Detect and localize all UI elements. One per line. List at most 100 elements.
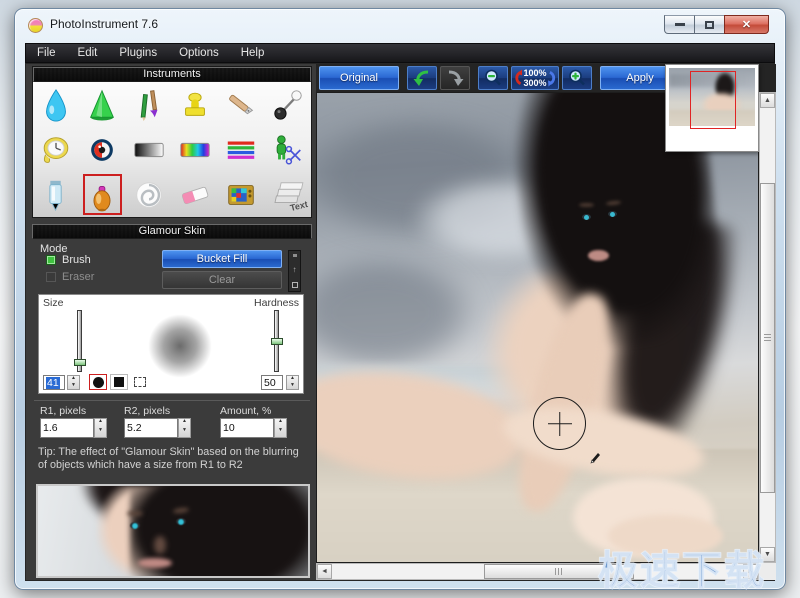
spinner-down-icon[interactable]: ▼ xyxy=(179,428,190,437)
spinner-down-icon[interactable]: ▼ xyxy=(275,428,286,437)
r2-input[interactable]: 5.2 xyxy=(124,418,178,438)
redo-icon xyxy=(445,69,465,87)
vertical-scrollbar[interactable]: ▲ ▼ xyxy=(759,92,776,563)
size-slider-thumb[interactable] xyxy=(74,359,86,366)
tool-mosaic-tv[interactable] xyxy=(218,172,264,217)
zoom-out-icon xyxy=(483,68,503,88)
r1-spinner[interactable]: ▲▼ xyxy=(94,418,107,438)
eraser-mode-checkbox[interactable]: Eraser xyxy=(46,271,94,283)
r1-input[interactable]: 1.6 xyxy=(40,418,94,438)
amount-spinner[interactable]: ▲▼ xyxy=(274,418,287,438)
r2-field[interactable]: 5.2 ▲▼ xyxy=(124,418,191,438)
titlebar[interactable]: PhotoInstrument 7.6 ✕ xyxy=(15,9,785,39)
r1-field[interactable]: 1.6 ▲▼ xyxy=(40,418,107,438)
round-brush-button[interactable] xyxy=(89,374,107,390)
square-brush-button[interactable] xyxy=(110,374,128,390)
size-spinner[interactable]: ▲▼ xyxy=(67,375,80,390)
navigator-viewport[interactable] xyxy=(690,71,736,129)
brush-mode-checkbox[interactable]: Brush xyxy=(46,254,91,266)
panel-mini-toolbar[interactable]: ↑ xyxy=(288,250,301,292)
preview-nose-shadow xyxy=(154,536,166,554)
tool-cone[interactable] xyxy=(79,82,125,127)
tool-pencil-brush[interactable] xyxy=(126,82,172,127)
size-label: Size xyxy=(43,297,63,309)
hardness-value-input[interactable]: 50 xyxy=(261,375,283,390)
zoom-out-button[interactable] xyxy=(478,66,508,90)
menu-item-options[interactable]: Options xyxy=(168,45,230,61)
spinner-down-icon[interactable]: ▼ xyxy=(68,383,79,390)
menu-item-help[interactable]: Help xyxy=(230,45,276,61)
spinner-down-icon[interactable]: ▼ xyxy=(95,428,106,437)
tool-bw-gradient[interactable] xyxy=(126,127,172,172)
marquee-icon xyxy=(134,377,146,387)
glamour-skin-panel-header: Glamour Skin xyxy=(32,224,312,239)
menu-item-plugins[interactable]: Plugins xyxy=(108,45,168,61)
minimize-icon xyxy=(675,23,685,26)
menu-item-edit[interactable]: Edit xyxy=(67,45,109,61)
vertical-scrollbar-thumb[interactable] xyxy=(760,183,775,493)
glamour-skin-title[interactable]: Glamour Skin xyxy=(32,224,312,239)
scalpel-icon xyxy=(224,86,258,124)
amount-label: Amount, % xyxy=(220,405,271,417)
tool-text-layers[interactable]: Text xyxy=(265,172,311,217)
tool-scalpel[interactable] xyxy=(218,82,264,127)
tool-glamour-skin[interactable] xyxy=(79,172,125,217)
menu-bar: File Edit Plugins Options Help xyxy=(25,43,775,63)
brush-cursor-icon xyxy=(589,451,603,465)
marquee-button[interactable] xyxy=(131,374,149,390)
hardness-slider-thumb[interactable] xyxy=(271,338,283,345)
amount-input[interactable]: 10 xyxy=(220,418,274,438)
amount-field[interactable]: 10 ▲▼ xyxy=(220,418,287,438)
rainbow-gradient-icon xyxy=(178,131,212,169)
zoom-level-button[interactable]: 100% 300% xyxy=(511,66,559,90)
tool-color-lines[interactable] xyxy=(218,127,264,172)
instruments-header[interactable]: Instruments xyxy=(33,67,311,82)
minimize-button[interactable] xyxy=(664,15,695,34)
tool-drop[interactable] xyxy=(33,82,79,127)
clear-button[interactable]: Clear xyxy=(162,271,282,289)
tool-tube[interactable] xyxy=(33,172,79,217)
tool-spiral-lamp[interactable] xyxy=(126,172,172,217)
hardness-value: 50 xyxy=(264,377,276,389)
scroll-up-button[interactable]: ▲ xyxy=(760,93,775,108)
navigator-panel[interactable] xyxy=(665,64,759,152)
eraser-icon xyxy=(178,176,212,214)
size-value-input[interactable]: 41 xyxy=(43,375,65,390)
window-title: PhotoInstrument 7.6 xyxy=(50,17,158,31)
zoom-in-button[interactable] xyxy=(562,66,592,90)
tool-stamp[interactable] xyxy=(172,82,218,127)
r2-spinner[interactable]: ▲▼ xyxy=(178,418,191,438)
face-preview-thumbnail xyxy=(36,484,310,578)
eraser-mode-label: Eraser xyxy=(62,271,94,283)
app-icon xyxy=(28,18,43,33)
arrow-left-icon: ◄ xyxy=(321,568,328,575)
photo-canvas[interactable] xyxy=(316,92,759,563)
tool-clone-scissors[interactable] xyxy=(265,127,311,172)
original-button[interactable]: Original xyxy=(319,66,399,90)
scroll-left-button[interactable]: ◄ xyxy=(317,564,332,579)
spiral-lamp-icon xyxy=(132,176,166,214)
instruments-panel: Instruments xyxy=(32,66,312,218)
tool-rainbow-gradient[interactable] xyxy=(172,127,218,172)
hardness-spinner[interactable]: ▲▼ xyxy=(286,375,299,390)
hardness-slider[interactable] xyxy=(274,310,279,372)
spinner-down-icon[interactable]: ▼ xyxy=(287,383,298,390)
close-button[interactable]: ✕ xyxy=(724,15,769,34)
tube-icon xyxy=(39,176,73,214)
tool-eraser[interactable] xyxy=(172,172,218,217)
photo-cloud xyxy=(316,252,480,374)
zoom-in-icon xyxy=(567,68,587,88)
color-lines-icon xyxy=(224,131,258,169)
menu-item-file[interactable]: File xyxy=(26,45,67,61)
tool-liquify-clock[interactable] xyxy=(33,127,79,172)
divider xyxy=(34,400,310,401)
size-slider[interactable] xyxy=(77,310,82,372)
undo-button[interactable] xyxy=(407,66,437,90)
app-window: PhotoInstrument 7.6 ✕ File Edit Plugins … xyxy=(14,8,786,590)
redo-button[interactable] xyxy=(440,66,470,90)
pencil-brush-icon xyxy=(132,86,166,124)
tool-red-eye[interactable] xyxy=(79,127,125,172)
tool-pin[interactable] xyxy=(265,82,311,127)
bucket-fill-button[interactable]: Bucket Fill xyxy=(162,250,282,268)
maximize-button[interactable] xyxy=(694,15,725,34)
